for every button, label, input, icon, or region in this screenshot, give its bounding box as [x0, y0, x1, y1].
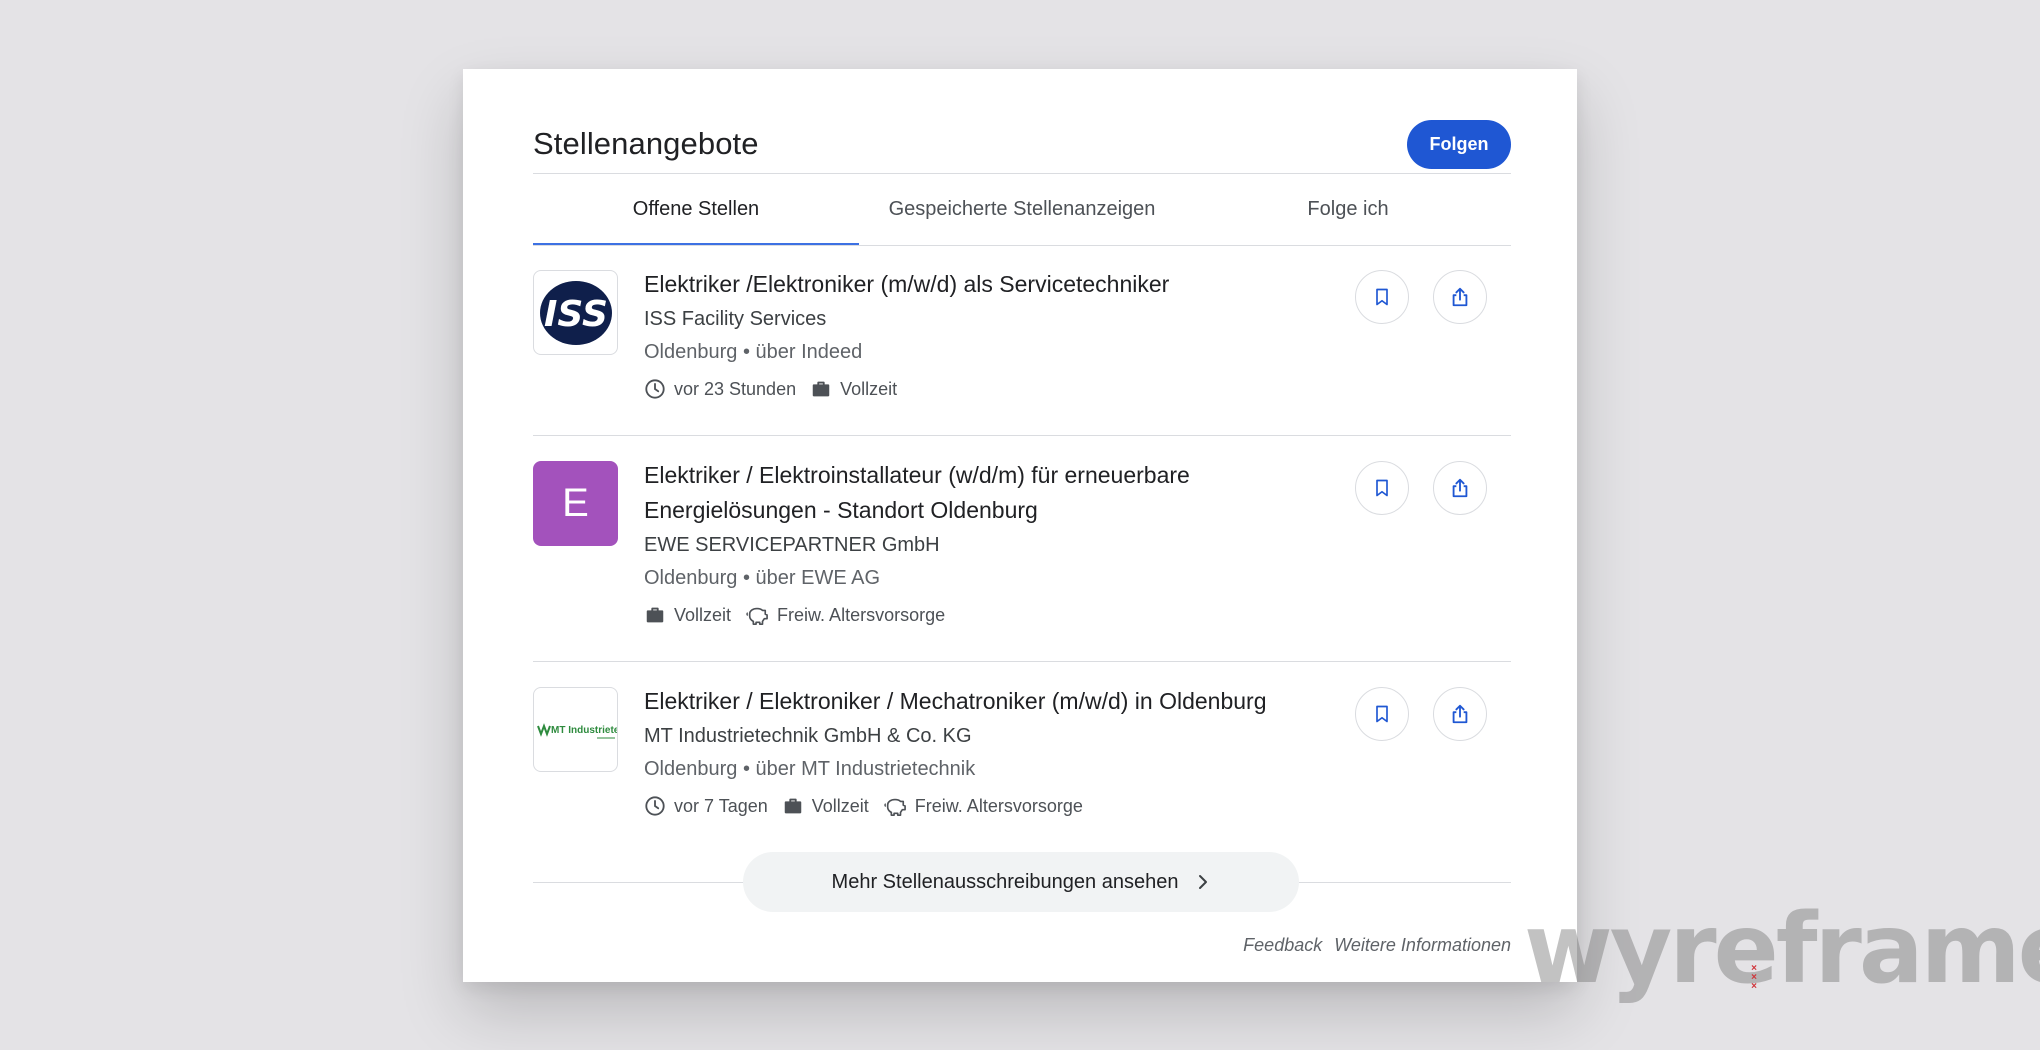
- share-job-button[interactable]: [1433, 687, 1487, 741]
- posted-time: vor 7 Tagen: [644, 795, 768, 817]
- briefcase-icon: [812, 381, 830, 397]
- job-location: Oldenburg • über Indeed: [644, 341, 863, 363]
- company-name: EWE SERVICEPARTNER GmbH: [644, 534, 940, 556]
- svg-text:ISS: ISS: [544, 294, 608, 335]
- piggy-bank-icon: [884, 798, 906, 816]
- tab-saved-jobs[interactable]: Gespeicherte Stellenanzeigen: [859, 174, 1185, 245]
- company-name: MT Industrietechnik GmbH & Co. KG: [644, 725, 972, 747]
- piggy-bank-icon: [746, 607, 768, 625]
- follow-button[interactable]: Folgen: [1407, 119, 1511, 169]
- job-title[interactable]: Elektriker / Elektroinstallateur (w/d/m)…: [644, 458, 1324, 528]
- benefit: Freiw. Altersvorsorge: [745, 604, 945, 626]
- more-jobs-button[interactable]: Mehr Stellenausschreibungen ansehen: [743, 852, 1299, 912]
- company-logo-iss: ISS: [533, 270, 618, 355]
- bookmark-icon: [1376, 479, 1388, 497]
- job-listing-item[interactable]: E Elektriker / Elektroinstallateur (w/d/…: [533, 461, 1511, 631]
- clock-icon: [645, 379, 665, 399]
- feedback-link[interactable]: Feedback: [1243, 935, 1322, 956]
- company-logo-mt: MT Industrietechnik: [533, 687, 618, 772]
- clock-icon: [645, 796, 665, 816]
- tab-following[interactable]: Folge ich: [1185, 174, 1511, 245]
- chevron-right-icon: [1199, 875, 1208, 889]
- briefcase-icon: [784, 798, 801, 814]
- briefcase-icon: [646, 607, 664, 623]
- watermark-mark: × × ×: [1751, 963, 1757, 992]
- job-listing-item[interactable]: MT Industrietechnik Elektriker / Elektro…: [533, 687, 1511, 827]
- job-title[interactable]: Elektriker / Elektroniker / Mechatronike…: [644, 684, 1324, 719]
- employment-type: Vollzeit: [810, 378, 897, 400]
- job-location: Oldenburg • über MT Industrietechnik: [644, 758, 976, 780]
- job-meta: vor 7 Tagen Vollzeit Freiw. Altersvorsor…: [644, 795, 1324, 817]
- bookmark-icon: [1376, 705, 1388, 723]
- page-title: Stellenangebote: [533, 126, 759, 161]
- job-meta: Vollzeit Freiw. Altersvorsorge: [644, 604, 1324, 626]
- card-footer: Feedback Weitere Informationen: [1243, 935, 1511, 956]
- posted-time: vor 23 Stunden: [644, 378, 796, 400]
- svg-text:MT Industrietechnik: MT Industrietechnik: [551, 725, 617, 736]
- share-job-button[interactable]: [1433, 270, 1487, 324]
- job-meta: vor 23 Stunden Vollzeit: [644, 378, 1324, 400]
- watermark-logo: wyreframe: [1524, 893, 2040, 1005]
- share-job-button[interactable]: [1433, 461, 1487, 515]
- save-job-button[interactable]: [1355, 461, 1409, 515]
- share-icon: [1452, 704, 1468, 724]
- divider: [533, 435, 1511, 436]
- save-job-button[interactable]: [1355, 687, 1409, 741]
- company-logo-letter: E: [533, 461, 618, 546]
- divider: [533, 245, 1511, 246]
- benefit: Freiw. Altersvorsorge: [883, 795, 1083, 817]
- job-title[interactable]: Elektriker /Elektroniker (m/w/d) als Ser…: [644, 267, 1324, 302]
- jobs-card: Stellenangebote Folgen Offene Stellen Ge…: [463, 69, 1577, 982]
- employment-type: Vollzeit: [782, 795, 869, 817]
- share-icon: [1452, 478, 1468, 498]
- job-location: Oldenburg • über EWE AG: [644, 567, 881, 589]
- tab-open-jobs[interactable]: Offene Stellen: [533, 174, 859, 246]
- card-header: Stellenangebote Folgen: [533, 113, 1511, 175]
- more-info-link[interactable]: Weitere Informationen: [1334, 935, 1511, 956]
- save-job-button[interactable]: [1355, 270, 1409, 324]
- company-name: ISS Facility Services: [644, 308, 827, 330]
- share-icon: [1452, 287, 1468, 307]
- job-listing-item[interactable]: ISS Elektriker /Elektroniker (m/w/d) als…: [533, 267, 1511, 399]
- employment-type: Vollzeit: [644, 604, 731, 626]
- divider: [533, 661, 1511, 662]
- bookmark-icon: [1376, 288, 1388, 306]
